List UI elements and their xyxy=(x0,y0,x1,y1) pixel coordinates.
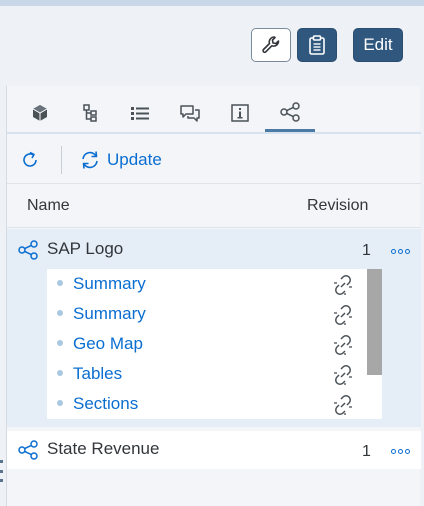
unlink-icon[interactable] xyxy=(332,304,354,326)
tab-list[interactable] xyxy=(115,94,165,132)
edit-button[interactable]: Edit xyxy=(353,28,403,62)
refresh-button[interactable] xyxy=(15,146,45,174)
related-item-link[interactable]: Tables xyxy=(73,364,122,384)
header-bar: Edit xyxy=(6,6,424,86)
settings-button[interactable] xyxy=(251,28,291,62)
bullet-icon xyxy=(57,280,63,286)
side-panel: Update Name Revision SAP Logo 1 Summary xyxy=(6,86,421,506)
tab-objects[interactable] xyxy=(15,94,65,132)
tab-bar xyxy=(7,86,421,134)
list-item[interactable]: Tables xyxy=(47,359,367,389)
row-name: State Revenue xyxy=(47,439,160,458)
list-icon xyxy=(131,107,149,120)
column-header-name[interactable]: Name xyxy=(27,197,70,215)
related-item-link[interactable]: Summary xyxy=(73,274,146,294)
tab-info[interactable] xyxy=(215,94,265,132)
table-header: Name Revision xyxy=(7,184,421,228)
unlink-icon[interactable] xyxy=(332,274,354,296)
list-item[interactable]: Summary xyxy=(47,269,367,299)
list-item[interactable]: Sections xyxy=(47,389,367,419)
toolbar-separator xyxy=(61,146,62,174)
tab-comments[interactable] xyxy=(165,94,215,132)
info-icon xyxy=(231,104,249,122)
hierarchy-icon xyxy=(83,104,97,122)
row-revision: 1 xyxy=(362,242,371,259)
related-item-link[interactable]: Summary xyxy=(73,304,146,324)
list-item[interactable]: Summary xyxy=(47,299,367,329)
related-item-link[interactable]: Geo Map xyxy=(73,334,143,354)
bullet-icon xyxy=(57,370,63,376)
related-items-list: Summary Summary Geo Map Tables Sections xyxy=(47,269,367,419)
bullet-icon xyxy=(57,340,63,346)
row-revision: 1 xyxy=(362,443,371,460)
row-name: SAP Logo xyxy=(47,239,124,258)
resize-grip[interactable] xyxy=(0,460,4,482)
comments-icon xyxy=(180,105,200,122)
sublist-scrollbar[interactable] xyxy=(367,269,382,419)
bullet-icon xyxy=(57,400,63,406)
share-network-icon xyxy=(18,440,38,460)
table-row[interactable]: State Revenue 1 xyxy=(7,431,421,469)
clipboard-button[interactable] xyxy=(297,28,337,62)
share-network-icon xyxy=(280,101,300,122)
tab-relations[interactable] xyxy=(265,94,315,132)
update-button[interactable]: Update xyxy=(79,146,162,174)
table-row[interactable]: SAP Logo 1 Summary Summary Geo Map Table… xyxy=(7,229,421,427)
clipboard-icon xyxy=(309,35,325,55)
bullet-icon xyxy=(57,310,63,316)
refresh-icon xyxy=(23,151,37,167)
related-item-link[interactable]: Sections xyxy=(73,394,138,414)
update-label: Update xyxy=(107,150,162,169)
share-network-icon xyxy=(18,240,38,260)
list-item[interactable]: Geo Map xyxy=(47,329,367,359)
wrench-icon xyxy=(262,36,280,54)
unlink-icon[interactable] xyxy=(332,394,354,416)
unlink-icon[interactable] xyxy=(332,334,354,356)
more-options-button[interactable] xyxy=(391,249,410,254)
tab-hierarchy[interactable] xyxy=(65,94,115,132)
unlink-icon[interactable] xyxy=(332,364,354,386)
more-options-button[interactable] xyxy=(391,449,410,454)
column-header-revision[interactable]: Revision xyxy=(307,197,368,215)
scroll-thumb[interactable] xyxy=(367,269,382,375)
toolbar: Update xyxy=(7,136,421,184)
cube-icon xyxy=(32,105,48,121)
sync-icon xyxy=(82,151,98,169)
